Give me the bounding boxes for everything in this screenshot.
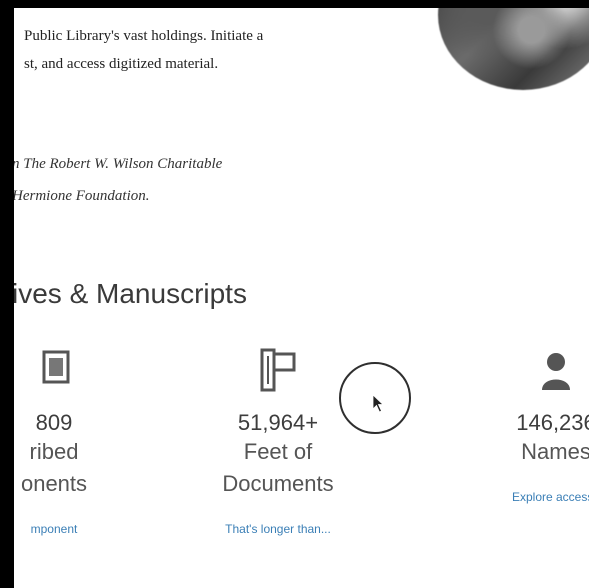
stat-feet-of-documents: 51,964+ Feet of Documents That's longer …: [178, 344, 378, 536]
funding-credit: n The Robert W. Wilson Charitable Hermio…: [14, 148, 432, 212]
stat-label-line-2: onents: [20, 471, 88, 496]
section-title: ives & Manuscripts: [14, 278, 247, 309]
stat-number: 809: [35, 410, 73, 435]
intro-line-2: st, and access digitized material.: [24, 56, 219, 72]
document-icon: [42, 350, 70, 384]
stat-number: 146,236: [516, 410, 589, 435]
intro-line-1: Public Library's vast holdings. Initiate…: [24, 28, 264, 44]
intro-text: Public Library's vast holdings. Initiate…: [24, 22, 444, 78]
page-content: Public Library's vast holdings. Initiate…: [14, 8, 589, 588]
featured-photo: [438, 8, 589, 90]
stat-label-line-2: Documents: [222, 471, 334, 496]
funding-line-2: Hermione Foundation.: [14, 188, 150, 204]
stat-label-line-1: Names: [521, 439, 589, 464]
box-icon: [260, 348, 296, 392]
stat-described-components: 809 ribed onents mponent: [14, 344, 154, 536]
funding-line-1: n The Robert W. Wilson Charitable: [14, 156, 223, 172]
person-icon: [542, 353, 570, 390]
stat-link[interactable]: That's longer than...: [178, 522, 378, 536]
stat-label-line-1: Feet of: [243, 439, 313, 464]
stat-number: 51,964+: [237, 410, 319, 435]
stat-names: 146,236 Names Explore access t: [456, 344, 589, 504]
stat-label-line-1: ribed: [29, 439, 79, 464]
stat-link[interactable]: mponent: [14, 522, 154, 536]
stat-link[interactable]: Explore access t: [456, 490, 589, 504]
